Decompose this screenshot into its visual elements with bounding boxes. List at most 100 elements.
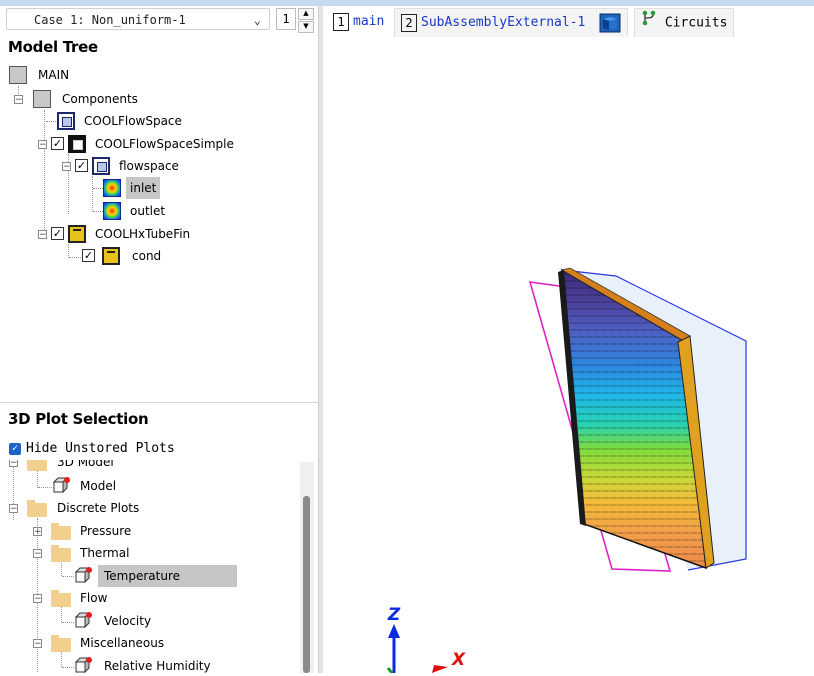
plot-cube-icon [74,612,92,628]
tree-node-label: Model [80,479,117,493]
plot-cube-icon [74,657,92,673]
case-dropdown[interactable]: Case 1: Non_uniform-1 ⌄ [6,8,270,30]
component-box-icon [9,66,27,84]
tree-node-label: MAIN [38,68,70,82]
heat-exchanger-render: Z X [386,267,747,674]
case-number-field[interactable]: 1 [276,8,296,30]
plot-node-3d-model[interactable]: − 3D Model [9,460,209,473]
hide-unstored-label: Hide Unstored Plots [26,441,175,456]
tree-node-label: Pressure [80,524,132,538]
tab-label: Circuits [664,15,728,31]
tab-number: 2 [401,13,417,32]
tree-node-label: inlet [126,177,160,199]
tree-node-label: cond [132,249,162,263]
tree-node-label: Relative Humidity [104,659,211,673]
case-number-spinner[interactable]: ▲ ▼ [298,8,314,33]
plot-tree-scrollbar[interactable] [300,462,314,673]
collapse-icon[interactable]: − [14,95,23,105]
hide-unstored-toggle[interactable]: ✓ Hide Unstored Plots [9,441,175,457]
tree-node-outlet[interactable]: outlet [103,200,183,222]
tree-node-label: COOLFlowSpace [84,114,182,128]
tab-circuits[interactable]: Circuits [634,8,735,37]
tree-node-coolflowspacesimple[interactable]: − ✓ COOLFlowSpaceSimple [38,133,288,155]
folder-icon [27,500,47,517]
checkbox-checked-icon[interactable]: ✓ [9,442,21,455]
tree-node-label: flowspace [119,159,179,173]
expand-icon[interactable]: + [33,527,42,537]
tree-node-label: Discrete Plots [57,501,140,515]
plot-tree: − 3D Model Model − Discrete Plots + Pres… [0,460,300,673]
x-axis-label: X [451,650,466,670]
tab-number: 1 [333,12,349,31]
tab-subassembly[interactable]: 2 SubAssemblyExternal-1 [394,8,629,37]
z-axis-label: Z [387,605,401,625]
plot-node-thermal[interactable]: − Thermal [33,542,233,564]
tree-node-inlet[interactable]: inlet [103,177,163,199]
section-divider [0,402,318,403]
plot-cube-icon [74,567,92,583]
tree-node-label: Flow [80,591,108,605]
tree-node-label: COOLFlowSpaceSimple [95,137,234,151]
folder-icon [51,523,71,540]
spin-up-icon[interactable]: ▲ [298,8,314,20]
collapse-icon[interactable]: − [38,230,47,240]
tree-node-label: Components [62,92,138,106]
tree-node-coolflowspace[interactable]: COOLFlowSpace [57,110,257,132]
z-axis-arrow [388,624,400,638]
scrollbar-thumb[interactable] [303,496,310,673]
tree-node-flowspace[interactable]: − ✓ flowspace [62,155,262,177]
folder-icon [51,635,71,652]
plot-node-pressure[interactable]: + Pressure [33,520,233,542]
collapse-icon[interactable]: − [33,594,42,604]
flowspace-simple-icon [68,135,86,153]
tree-node-label: Thermal [80,546,130,560]
heat-exchanger-icon [102,247,120,265]
heat-exchanger-icon [68,225,86,243]
plot-node-model[interactable]: Model [52,475,152,497]
collapse-icon[interactable]: − [33,549,42,559]
circuits-icon [641,9,657,37]
chevron-down-icon[interactable]: ⌄ [254,9,261,31]
tree-node-components[interactable]: − Components [14,88,214,110]
plot-node-relative-humidity[interactable]: Relative Humidity [74,655,274,673]
tree-node-label: Miscellaneous [80,636,165,650]
visibility-checkbox[interactable]: ✓ [51,227,64,240]
tree-node-label: COOLHxTubeFin [95,227,191,241]
boundary-contour-icon [103,179,121,197]
tab-label: SubAssemblyExternal-1 [421,15,586,30]
plot-node-miscellaneous[interactable]: − Miscellaneous [33,632,253,654]
boundary-contour-icon [103,202,121,220]
y-axis-line [386,667,394,674]
spin-down-icon[interactable]: ▼ [298,21,314,33]
collapse-icon[interactable]: − [9,460,18,468]
collapse-icon[interactable]: − [33,639,42,649]
tree-node-label: Temperature [98,565,237,587]
flowspace-icon [57,112,75,130]
model-tree-title: Model Tree [8,38,98,56]
visibility-checkbox[interactable]: ✓ [75,159,88,172]
3d-view-icon[interactable] [599,13,621,33]
x-axis-arrow [432,665,448,673]
tab-main[interactable]: 1 main [333,8,384,36]
collapse-icon[interactable]: − [62,162,71,172]
folder-icon [27,460,47,471]
component-box-icon [33,90,51,108]
visibility-checkbox[interactable]: ✓ [82,249,95,262]
folder-icon [51,590,71,607]
plot-node-temperature[interactable]: Temperature [74,565,244,587]
tree-node-label: outlet [130,204,166,218]
collapse-icon[interactable]: − [9,504,18,514]
tree-node-cond[interactable]: ✓ cond [82,245,232,267]
tree-node-label: Velocity [104,614,152,628]
plot-node-flow[interactable]: − Flow [33,587,233,609]
visibility-checkbox[interactable]: ✓ [51,137,64,150]
plot-node-velocity[interactable]: Velocity [74,610,224,632]
tree-node-coolhxtubefin[interactable]: − ✓ COOLHxTubeFin [38,223,288,245]
collapse-icon[interactable]: − [38,140,47,150]
3d-viewport[interactable]: Z X [322,40,814,674]
tree-node-label: 3D Model [57,460,114,469]
plot-selection-title: 3D Plot Selection [8,410,149,428]
plot-node-discrete-plots[interactable]: − Discrete Plots [9,497,209,519]
case-dropdown-value: Case 1: Non_uniform-1 [34,13,186,27]
case-selector-row: Case 1: Non_uniform-1 ⌄ 1 ▲ ▼ [0,6,318,34]
